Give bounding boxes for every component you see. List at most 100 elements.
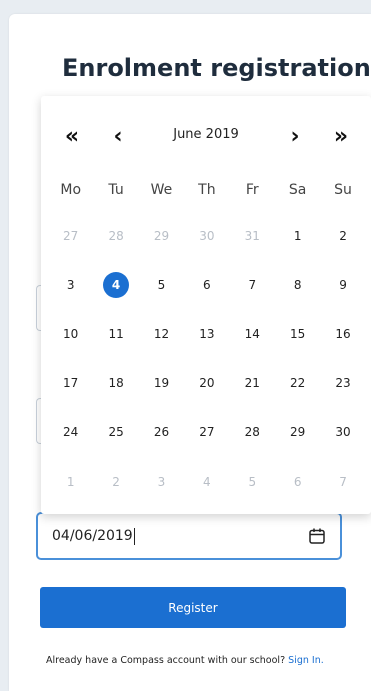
calendar-day-number: 25 — [108, 425, 124, 439]
calendar-day[interactable]: 29 — [275, 417, 320, 447]
calendar-day[interactable]: 2 — [320, 221, 365, 251]
calendar-day-number: 27 — [199, 425, 215, 439]
calendar-day[interactable]: 7 — [320, 467, 365, 497]
calendar-day-number: 26 — [153, 425, 170, 439]
calendar-day-number: 2 — [112, 475, 120, 489]
calendar-day-number: 6 — [203, 278, 211, 292]
calendar-day[interactable]: 26 — [139, 417, 184, 447]
calendar-day[interactable]: 16 — [320, 319, 365, 349]
calendar-day-number: 9 — [339, 278, 347, 292]
calendar-day[interactable]: 11 — [93, 319, 138, 349]
calendar-day[interactable]: 27 — [48, 221, 93, 251]
register-button[interactable]: Register — [40, 587, 346, 628]
weekday-label: Sa — [288, 182, 307, 198]
date-value: 04/06/2019 — [52, 528, 133, 544]
calendar-week-row: 17 18 19 20 21 22 23 — [48, 368, 366, 398]
signin-link[interactable]: Sign In. — [288, 655, 324, 666]
calendar-day-number: 29 — [290, 425, 306, 439]
calendar-day-number: 19 — [153, 376, 170, 390]
weekday-label: Mo — [60, 182, 82, 198]
page-title: Enrolment registration — [62, 54, 371, 82]
calendar-day-number: 7 — [248, 278, 257, 292]
calendar-day[interactable]: 1 — [275, 221, 320, 251]
calendar-day[interactable]: 13 — [184, 319, 229, 349]
calendar-day[interactable]: 24 — [48, 417, 93, 447]
calendar-day-number: 3 — [157, 475, 166, 489]
calendar-day[interactable]: 12 — [139, 319, 184, 349]
calendar-day[interactable]: 28 — [230, 417, 275, 447]
calendar-day[interactable]: 29 — [139, 221, 184, 251]
calendar-day[interactable]: 8 — [275, 270, 320, 300]
calendar-day[interactable]: 15 — [275, 319, 320, 349]
calendar-day[interactable]: 6 — [275, 467, 320, 497]
weekday-label: We — [150, 182, 173, 198]
next-month-button[interactable]: › — [281, 122, 309, 150]
calendar-day-number: 10 — [63, 327, 79, 341]
calendar-day-number: 28 — [244, 425, 260, 439]
calendar-day[interactable]: 19 — [139, 368, 184, 398]
weekday-label: Th — [198, 182, 216, 198]
calendar-day-number: 1 — [66, 475, 75, 489]
calendar-day-selected[interactable]: 4 — [93, 270, 138, 300]
calendar-day[interactable]: 2 — [93, 467, 138, 497]
calendar-day[interactable]: 27 — [184, 417, 229, 447]
calendar-month-label[interactable]: June 2019 — [41, 127, 371, 142]
calendar-day[interactable]: 31 — [230, 221, 275, 251]
calendar-day[interactable]: 5 — [230, 467, 275, 497]
calendar-day-number: 2 — [339, 229, 347, 243]
calendar-day-number: 28 — [108, 229, 124, 243]
calendar-day[interactable]: 9 — [320, 270, 365, 300]
calendar-day-number: 29 — [153, 229, 170, 243]
calendar-day[interactable]: 3 — [48, 270, 93, 300]
calendar-day-number: 30 — [335, 425, 351, 439]
date-picker-popover: « ‹ June 2019 › » Mo Tu We Th Fr Sa Su 27 28 29 3… — [41, 96, 371, 514]
calendar-day[interactable]: 5 — [139, 270, 184, 300]
calendar-day-number: 12 — [153, 327, 170, 341]
signin-text: Already have a Compass account with our … — [46, 655, 286, 666]
calendar-week-row: 24 25 26 27 28 29 30 — [48, 417, 366, 447]
calendar-day[interactable]: 25 — [93, 417, 138, 447]
calendar-week-row: 1 2 3 4 5 6 7 — [48, 467, 366, 497]
calendar-day[interactable]: 3 — [139, 467, 184, 497]
calendar-day-number: 13 — [199, 327, 215, 341]
calendar-day-number: 14 — [244, 327, 260, 341]
calendar-day-number: 17 — [63, 376, 79, 390]
calendar-day-number: 1 — [293, 229, 302, 243]
calendar-day[interactable]: 7 — [230, 270, 275, 300]
calendar-day-number: 30 — [199, 229, 215, 243]
calendar-day[interactable]: 6 — [184, 270, 229, 300]
calendar-day[interactable]: 1 — [48, 467, 93, 497]
calendar-day[interactable]: 10 — [48, 319, 93, 349]
weekday-label: Fr — [245, 182, 259, 198]
calendar-week-row: 27 28 29 30 31 1 2 — [48, 221, 366, 251]
calendar-day-number: 11 — [108, 327, 124, 341]
calendar-day-number: 24 — [63, 425, 79, 439]
date-of-birth-input[interactable]: 04/06/2019 — [36, 512, 342, 560]
calendar-day-number: 7 — [339, 475, 347, 489]
calendar-day[interactable]: 28 — [93, 221, 138, 251]
calendar-day-number: 23 — [335, 376, 351, 390]
calendar-week-row: 10 11 12 13 14 15 16 — [48, 319, 366, 349]
calendar-day[interactable]: 22 — [275, 368, 320, 398]
calendar-day[interactable]: 20 — [184, 368, 229, 398]
calendar-day[interactable]: 23 — [320, 368, 365, 398]
calendar-day[interactable]: 18 — [93, 368, 138, 398]
calendar-day[interactable]: 30 — [320, 417, 365, 447]
calendar-day[interactable]: 17 — [48, 368, 93, 398]
calendar-day-number: 5 — [157, 278, 166, 292]
calendar-day[interactable]: 4 — [184, 467, 229, 497]
next-year-button[interactable]: » — [327, 122, 355, 150]
calendar-day[interactable]: 21 — [230, 368, 275, 398]
calendar-day[interactable]: 14 — [230, 319, 275, 349]
calendar-day[interactable]: 30 — [184, 221, 229, 251]
weekday-label: Tu — [108, 182, 124, 198]
calendar-day-number: 4 — [103, 272, 130, 298]
text-caret — [134, 528, 135, 545]
calendar-day-number: 18 — [108, 376, 124, 390]
calendar-day-number: 4 — [203, 475, 211, 489]
calendar-day-number: 21 — [244, 376, 260, 390]
calendar-icon[interactable] — [308, 527, 326, 545]
weekday-label: Su — [334, 182, 352, 198]
calendar-day-number: 8 — [293, 278, 302, 292]
calendar-week-row: 3 4 5 6 7 8 9 — [48, 270, 366, 300]
